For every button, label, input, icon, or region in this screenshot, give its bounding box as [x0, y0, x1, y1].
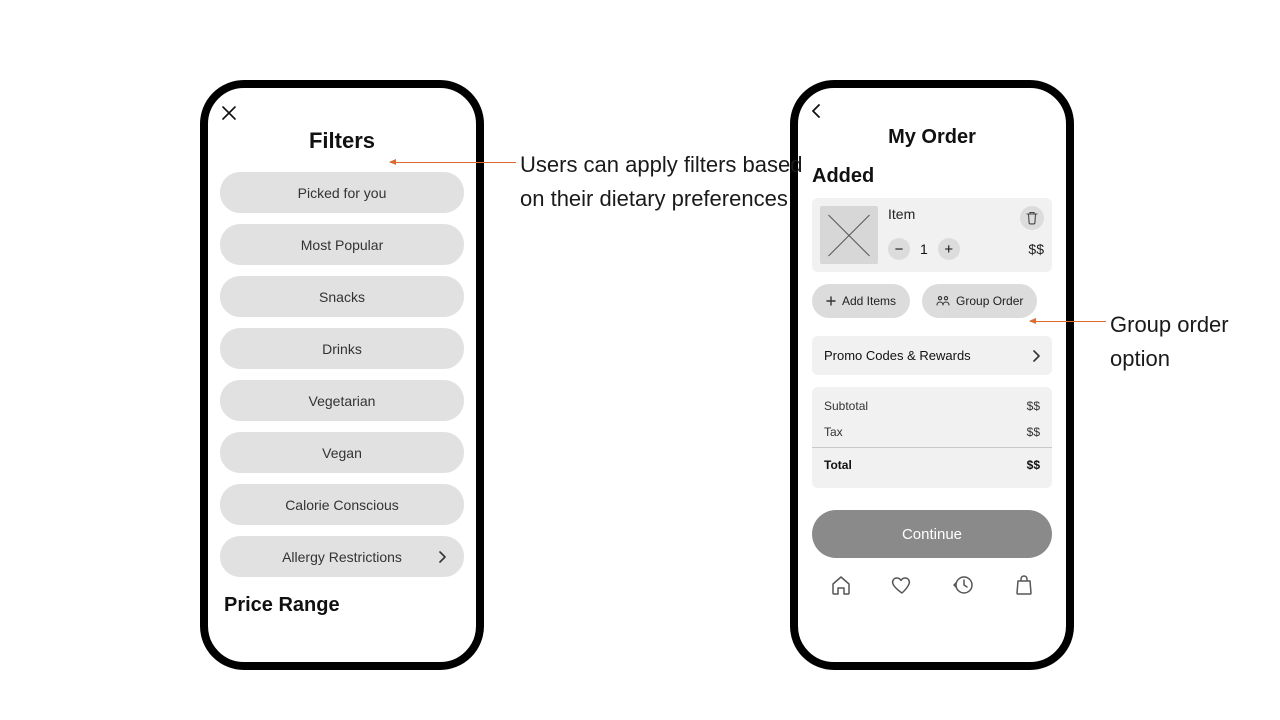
- phone-order-screen: My Order Added Item: [790, 80, 1074, 670]
- total-line: Total $$: [824, 448, 1040, 478]
- annotation-group-order: Group order option: [1110, 308, 1280, 376]
- filter-option-allergy-restrictions[interactable]: Allergy Restrictions: [220, 536, 464, 577]
- filter-option-label: Most Popular: [301, 237, 383, 253]
- delete-item-button[interactable]: [1020, 206, 1044, 230]
- filter-option-picked-for-you[interactable]: Picked for you: [220, 172, 464, 213]
- tab-favorites[interactable]: [889, 572, 915, 598]
- plus-icon: +: [944, 242, 953, 257]
- filter-option-snacks[interactable]: Snacks: [220, 276, 464, 317]
- heart-icon: [891, 575, 913, 595]
- total-label: Total: [824, 458, 852, 472]
- tax-line: Tax $$: [824, 419, 1040, 445]
- item-name: Item: [888, 206, 915, 222]
- home-icon: [830, 574, 852, 596]
- add-items-label: Add Items: [842, 294, 896, 308]
- item-image-placeholder: [820, 206, 878, 264]
- subtotal-value: $$: [1027, 399, 1040, 413]
- tax-value: $$: [1027, 425, 1040, 439]
- close-icon[interactable]: [220, 104, 238, 122]
- filter-option-label: Allergy Restrictions: [282, 549, 402, 565]
- continue-button[interactable]: Continue: [812, 510, 1052, 558]
- tax-label: Tax: [824, 425, 843, 439]
- price-range-section-label: Price Range: [220, 594, 464, 617]
- back-icon[interactable]: [810, 104, 828, 122]
- bag-icon: [1014, 574, 1034, 596]
- tab-bag[interactable]: [1011, 572, 1037, 598]
- phone-filters-screen: Filters Picked for you Most Popular Snac…: [200, 80, 484, 670]
- filter-option-vegan[interactable]: Vegan: [220, 432, 464, 473]
- filter-option-label: Snacks: [319, 289, 365, 305]
- trash-icon: [1026, 211, 1038, 225]
- filter-option-label: Vegan: [322, 445, 362, 461]
- promo-label: Promo Codes & Rewards: [824, 348, 971, 363]
- subtotal-label: Subtotal: [824, 399, 868, 413]
- group-icon: [936, 295, 950, 307]
- group-order-button[interactable]: Group Order: [922, 284, 1037, 318]
- increment-button[interactable]: +: [938, 238, 960, 260]
- annotation-filters: Users can apply filters based on their d…: [520, 148, 820, 216]
- history-icon: [952, 574, 974, 596]
- filter-option-calorie-conscious[interactable]: Calorie Conscious: [220, 484, 464, 525]
- filter-option-label: Picked for you: [298, 185, 387, 201]
- totals-box: Subtotal $$ Tax $$ Total $$: [812, 387, 1052, 488]
- filter-option-vegetarian[interactable]: Vegetarian: [220, 380, 464, 421]
- plus-icon: [826, 296, 836, 306]
- item-price: $$: [1028, 241, 1044, 257]
- decrement-button[interactable]: −: [888, 238, 910, 260]
- tab-home[interactable]: [828, 572, 854, 598]
- filter-option-label: Drinks: [322, 341, 362, 357]
- filter-option-label: Calorie Conscious: [285, 497, 399, 513]
- page-title: My Order: [810, 126, 1054, 149]
- minus-icon: −: [895, 242, 904, 257]
- subtotal-line: Subtotal $$: [824, 393, 1040, 419]
- continue-label: Continue: [902, 526, 962, 543]
- add-items-button[interactable]: Add Items: [812, 284, 910, 318]
- chevron-right-icon: [1032, 350, 1040, 362]
- tab-history[interactable]: [950, 572, 976, 598]
- filter-option-label: Vegetarian: [309, 393, 376, 409]
- total-value: $$: [1027, 458, 1040, 472]
- cart-item-row: Item − 1 + $$: [812, 198, 1052, 272]
- page-title: Filters: [220, 128, 464, 154]
- added-heading: Added: [812, 165, 1052, 188]
- filter-option-drinks[interactable]: Drinks: [220, 328, 464, 369]
- quantity-value: 1: [920, 241, 928, 257]
- bottom-tabbar: [810, 572, 1054, 598]
- promo-codes-row[interactable]: Promo Codes & Rewards: [812, 336, 1052, 375]
- annotation-arrow: [390, 162, 516, 163]
- group-order-label: Group Order: [956, 294, 1023, 308]
- annotation-arrow: [1030, 321, 1106, 322]
- chevron-right-icon: [438, 551, 446, 563]
- filter-option-most-popular[interactable]: Most Popular: [220, 224, 464, 265]
- quantity-stepper: − 1 +: [888, 238, 960, 260]
